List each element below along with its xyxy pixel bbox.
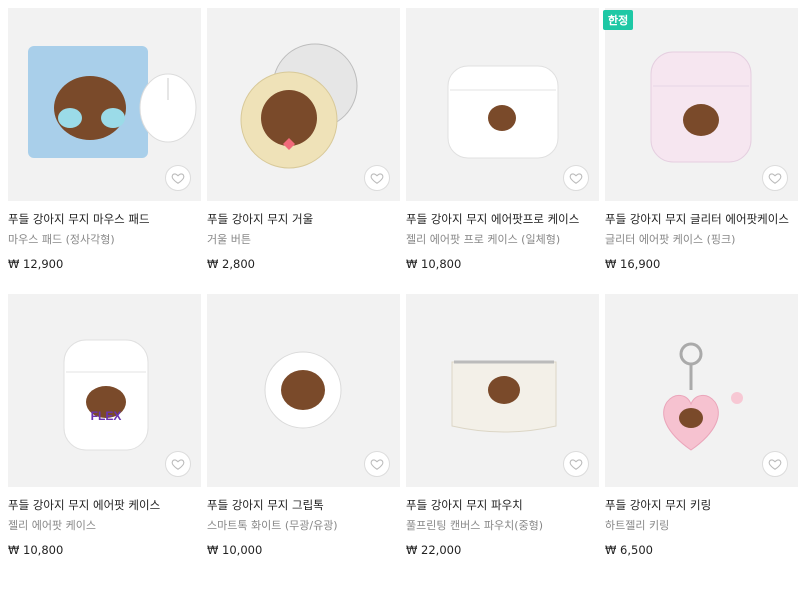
product-title[interactable]: 푸들 강아지 무지 마우스 패드 — [8, 211, 201, 227]
product-price: ₩ 16,900 — [605, 257, 661, 271]
product-subtitle: 젤리 에어팟 케이스 — [8, 519, 96, 532]
product-title[interactable]: 푸들 강아지 무지 거울 — [207, 211, 400, 227]
product-price: ₩ 2,800 — [207, 257, 255, 271]
wishlist-heart-icon[interactable] — [563, 451, 589, 477]
wishlist-heart-icon[interactable] — [762, 165, 788, 191]
product-subtitle: 글리터 에어팟 케이스 (핑크) — [605, 233, 736, 246]
product-price: ₩ 10,000 — [207, 543, 263, 557]
product-title[interactable]: 푸들 강아지 무지 그립톡 — [207, 497, 400, 513]
product-subtitle: 젤리 에어팟 프로 케이스 (일체형) — [406, 233, 561, 246]
wishlist-heart-icon[interactable] — [165, 165, 191, 191]
wishlist-heart-icon[interactable] — [364, 451, 390, 477]
product-title[interactable]: 푸들 강아지 무지 에어팟 케이스 — [8, 497, 201, 513]
product-title[interactable]: 푸들 강아지 무지 에어팟프로 케이스 — [406, 211, 599, 227]
product-card[interactable]: 푸들 강아지 무지 파우치 풀프린팅 캔버스 파우치(중형) ₩ 22,000 — [406, 294, 599, 580]
product-thumbnail[interactable]: FLEX — [8, 294, 201, 487]
product-title[interactable]: 푸들 강아지 무지 글리터 에어팟케이스 — [605, 211, 798, 227]
product-subtitle: 거울 버튼 — [207, 233, 251, 246]
product-grid: 푸들 강아지 무지 마우스 패드 마우스 패드 (정사각형) ₩ 12,900 … — [8, 8, 800, 580]
product-price: ₩ 6,500 — [605, 543, 653, 557]
wishlist-heart-icon[interactable] — [762, 451, 788, 477]
product-card[interactable]: 푸들 강아지 무지 키링 하트젤리 키링 ₩ 6,500 — [605, 294, 798, 580]
product-card[interactable]: 푸들 강아지 무지 에어팟프로 케이스 젤리 에어팟 프로 케이스 (일체형) … — [406, 8, 599, 294]
product-thumbnail[interactable] — [207, 294, 400, 487]
product-thumbnail[interactable] — [605, 294, 798, 487]
wishlist-heart-icon[interactable] — [563, 165, 589, 191]
product-title[interactable]: 푸들 강아지 무지 키링 — [605, 497, 798, 513]
product-thumbnail[interactable] — [406, 8, 599, 201]
product-card[interactable]: 푸들 강아지 무지 마우스 패드 마우스 패드 (정사각형) ₩ 12,900 — [8, 8, 201, 294]
product-price: ₩ 10,800 — [406, 257, 462, 271]
product-thumbnail[interactable] — [8, 8, 201, 201]
wishlist-heart-icon[interactable] — [165, 451, 191, 477]
product-price: ₩ 10,800 — [8, 543, 64, 557]
limited-badge: 한정 — [603, 10, 634, 30]
product-card[interactable]: 한정 푸들 강아지 무지 글리터 에어팟케이스 글리터 에어팟 케이스 (핑크)… — [603, 8, 798, 294]
product-price: ₩ 12,900 — [8, 257, 64, 271]
product-title[interactable]: 푸들 강아지 무지 파우치 — [406, 497, 599, 513]
product-card[interactable]: FLEX 푸들 강아지 무지 에어팟 케이스 젤리 에어팟 케이스 ₩ 10,8… — [8, 294, 201, 580]
product-thumbnail[interactable] — [406, 294, 599, 487]
wishlist-heart-icon[interactable] — [364, 165, 390, 191]
product-subtitle: 풀프린팅 캔버스 파우치(중형) — [406, 519, 544, 532]
product-subtitle: 스마트톡 화이트 (무광/유광) — [207, 519, 338, 532]
product-thumbnail[interactable] — [605, 8, 798, 201]
product-card[interactable]: 푸들 강아지 무지 그립톡 스마트톡 화이트 (무광/유광) ₩ 10,000 — [207, 294, 400, 580]
product-subtitle: 하트젤리 키링 — [605, 519, 670, 532]
flex-text: FLEX — [91, 409, 122, 423]
product-price: ₩ 22,000 — [406, 543, 462, 557]
product-subtitle: 마우스 패드 (정사각형) — [8, 233, 115, 246]
product-card[interactable]: 푸들 강아지 무지 거울 거울 버튼 ₩ 2,800 — [207, 8, 400, 294]
product-thumbnail[interactable] — [207, 8, 400, 201]
